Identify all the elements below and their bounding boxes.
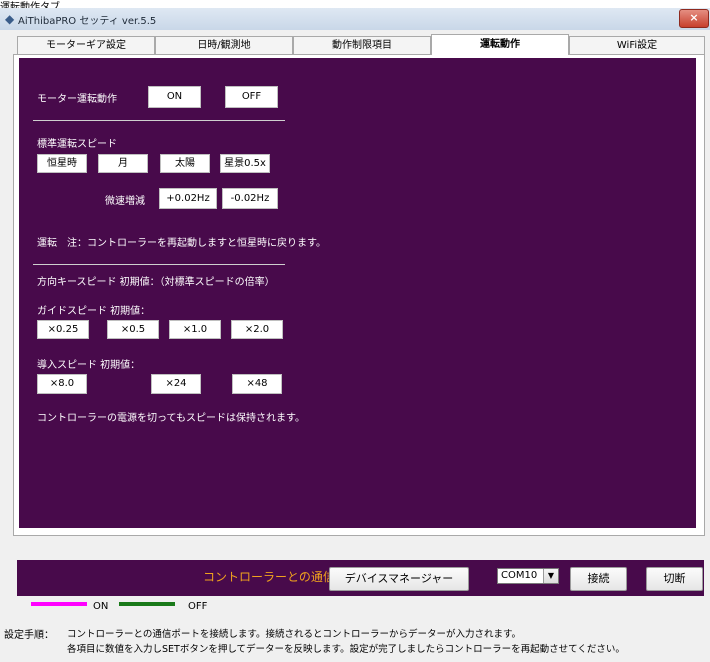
intro-speed-label: 導入スピード 初期値：	[37, 360, 141, 371]
divider	[33, 120, 285, 121]
close-button[interactable]: ×	[679, 9, 709, 28]
guide-speed-10-button[interactable]: ×1.0	[169, 320, 221, 339]
speed-sidereal-button[interactable]: 恒星時	[37, 154, 87, 173]
speed-solar-button[interactable]: 太陽	[160, 154, 210, 173]
app-icon: ◆	[5, 12, 15, 26]
window-title: AiThibaPRO セッティ ver.5.5	[18, 16, 157, 27]
speed-starscape-button[interactable]: 星景0.5x	[220, 154, 270, 173]
guide-speed-05-button[interactable]: ×0.5	[107, 320, 159, 339]
intro-speed-24-button[interactable]: ×24	[151, 374, 201, 394]
fine-plus-button[interactable]: +0.02Hz	[159, 188, 217, 209]
on-color-swatch	[31, 602, 87, 606]
connection-label: コントローラーとの通信	[203, 570, 335, 584]
guide-speed-label: ガイドスピード 初期値：	[37, 306, 151, 317]
speed-lunar-button[interactable]: 月	[98, 154, 148, 173]
fine-adjust-label: 微速増減	[105, 196, 145, 207]
fine-minus-button[interactable]: -0.02Hz	[222, 188, 278, 209]
com-port-select[interactable]: COM10 ▼	[497, 568, 559, 584]
tab-wifi-settings[interactable]: WiFi設定	[569, 36, 705, 54]
connection-bar: コントローラーとの通信 デバイスマネージャー COM10 ▼ 接続 切断	[17, 560, 704, 596]
intro-speed-8-button[interactable]: ×8.0	[37, 374, 87, 394]
motor-off-button[interactable]: OFF	[225, 86, 278, 108]
motor-on-button[interactable]: ON	[148, 86, 201, 108]
tab-motion-limits[interactable]: 動作制限項目	[293, 36, 431, 54]
connect-button[interactable]: 接続	[570, 567, 627, 591]
page-caption: 運転動作タブ	[0, 0, 60, 13]
guide-speed-20-button[interactable]: ×2.0	[231, 320, 283, 339]
intro-speed-48-button[interactable]: ×48	[232, 374, 282, 394]
tab-motor-gear[interactable]: モーターギア設定	[17, 36, 155, 54]
drive-settings-panel: モーター運転動作 ON OFF 標準運転スピード 恒星時 月 太陽 星景0.5x…	[19, 58, 696, 528]
standard-speed-note: 運転 注：コントローラーを再起動しますと恒星時に戻ります。	[37, 238, 326, 249]
instructions-prefix: 設定手順：	[4, 630, 54, 641]
off-legend-label: OFF	[188, 601, 208, 612]
divider	[33, 264, 285, 265]
direction-speed-heading: 方向キースピード 初期値：（対標準スピードの倍率）	[37, 277, 275, 288]
title-bar: ◆ AiThibaPRO セッティ ver.5.5 ×	[0, 8, 710, 31]
off-color-swatch	[119, 602, 175, 606]
tab-datetime-location[interactable]: 日時/観測地	[155, 36, 293, 54]
standard-speed-heading: 標準運転スピード	[37, 139, 117, 150]
guide-speed-025-button[interactable]: ×0.25	[37, 320, 89, 339]
com-port-value: COM10	[501, 570, 538, 581]
chevron-down-icon[interactable]: ▼	[543, 569, 558, 583]
device-manager-button[interactable]: デバイスマネージャー	[329, 567, 469, 591]
disconnect-button[interactable]: 切断	[646, 567, 703, 591]
instructions-line-1: コントローラーとの通信ポートを接続します。接続されるとコントローラーからデーター…	[67, 629, 522, 640]
speed-retention-note: コントローラーの電源を切ってもスピードは保持されます。	[37, 413, 305, 424]
instructions-line-2: 各項目に数値を入力しSETボタンを押してデーターを反映します。設定が完了しました…	[67, 644, 625, 655]
on-legend-label: ON	[93, 601, 109, 612]
motor-operation-label: モーター運転動作	[37, 94, 117, 105]
tab-drive-operation[interactable]: 運転動作	[431, 34, 569, 55]
